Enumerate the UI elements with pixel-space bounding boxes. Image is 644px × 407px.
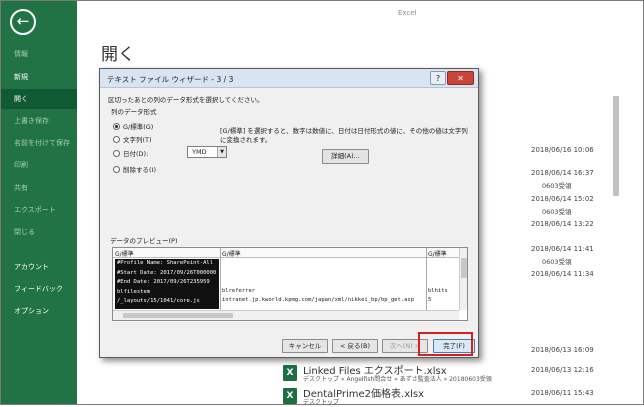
excel-file-icon: X: [283, 388, 297, 404]
preview-vertical-scrollbar[interactable]: [459, 248, 467, 310]
preview-cell: intranet.jp.kworld.kpmg.com/japan/xml/ni…: [222, 297, 415, 303]
dialog-title: テキスト ファイル ウィザード - 3 / 3: [107, 75, 234, 84]
recent-file-row[interactable]: X Linked Files エクスポート.xlsx デスクトップ » Ange…: [283, 362, 603, 384]
file-date: 2018/06/14 11:34: [531, 270, 594, 278]
sidebar-item-close[interactable]: 閉じる: [1, 222, 77, 242]
folder-text: 0603受領: [542, 182, 572, 190]
sidebar-item-share[interactable]: 共有: [1, 178, 77, 198]
app-title: Excel: [398, 9, 417, 17]
file-date: 2018/06/13 12:16: [531, 366, 594, 374]
preview-label: データのプレビュー(P): [110, 237, 178, 245]
format-info-text: [G/標準] を選択すると、数字は数値に、日付は日付形式の値に、その他の値は文字…: [220, 127, 468, 144]
file-date: 2018/06/14 11:41: [531, 245, 594, 253]
preview-horizontal-scrollbar[interactable]: [113, 310, 459, 320]
file-date: 2018/06/14 16:37: [531, 169, 594, 177]
sidebar-item-save-as[interactable]: 名前を付けて保存: [1, 133, 77, 153]
back-arrow-icon[interactable]: ←: [10, 9, 36, 35]
close-icon[interactable]: ✕: [447, 71, 474, 85]
dialog-description: 区切ったあとの列のデータ形式を選択してください。: [108, 96, 264, 104]
folder-text: 0603受領: [542, 258, 572, 266]
file-list-scrollbar[interactable]: [612, 96, 620, 402]
sidebar-item-new[interactable]: 新規: [1, 67, 77, 87]
file-date: 2018/06/14 13:22: [531, 220, 594, 228]
sidebar-item-save[interactable]: 上書き保存: [1, 111, 77, 131]
file-date: 2018/06/16 10:06: [531, 146, 594, 154]
column-header[interactable]: G/標準: [115, 249, 134, 258]
preview-header: G/標準 G/標準 G/標準: [113, 248, 459, 258]
sidebar-item-account[interactable]: アカウント: [1, 257, 77, 277]
radio-unchecked-icon: [113, 150, 120, 157]
sidebar-item-feedback[interactable]: フィードバック: [1, 279, 77, 299]
chevron-down-icon: ▼: [217, 147, 226, 157]
date-format-select[interactable]: YMD ▼: [187, 146, 227, 158]
preview-cell: blreferrer: [222, 288, 256, 294]
radio-date[interactable]: 日付(D):: [113, 148, 148, 158]
column-header[interactable]: G/標準: [428, 249, 447, 258]
radio-unchecked-icon: [113, 166, 120, 173]
sidebar-item-open[interactable]: 開く: [1, 89, 77, 109]
sidebar-item-options[interactable]: オプション: [1, 301, 77, 321]
data-preview[interactable]: G/標準 G/標準 G/標準 #Profile Name: SharePoint…: [112, 247, 468, 321]
help-button[interactable]: ?: [430, 71, 446, 85]
radio-text[interactable]: 文字列(T): [113, 134, 152, 144]
radio-general[interactable]: G/標準(G): [113, 121, 153, 131]
file-date: 2018/06/14 15:02: [531, 195, 594, 203]
column-header[interactable]: G/標準: [222, 249, 241, 258]
backstage-sidebar: ← 情報 新規 開く 上書き保存 名前を付けて保存 印刷 共有 エクスポート 閉…: [1, 1, 77, 404]
column-format-label: 列のデータ形式: [111, 108, 157, 116]
preview-column-selected[interactable]: #Profile Name: SharePoint-All #Start Dat…: [115, 259, 219, 309]
recent-file-row[interactable]: X DentalPrime2価格表.xlsx デスクトップ 2018/06/11…: [283, 385, 603, 407]
sidebar-item-print[interactable]: 印刷: [1, 155, 77, 175]
back-button[interactable]: < 戻る(B): [332, 339, 378, 353]
finish-highlight-box: [418, 332, 473, 356]
file-date: 2018/06/11 15:43: [531, 389, 594, 397]
dialog-titlebar: テキスト ファイル ウィザード - 3 / 3 ? ✕: [100, 69, 478, 88]
preview-cell: 5: [428, 297, 432, 303]
page-title: 開く: [101, 45, 135, 65]
text-import-wizard-dialog: テキスト ファイル ウィザード - 3 / 3 ? ✕ 区切ったあとの列のデータ…: [99, 68, 479, 358]
sidebar-item-export[interactable]: エクスポート: [1, 200, 77, 220]
folder-text: 0603受領: [542, 208, 572, 216]
sidebar-item-info[interactable]: 情報: [1, 44, 77, 64]
radio-unchecked-icon: [113, 136, 120, 143]
file-path: デスクトップ » Angelfish問合せ » あずさ監査法人 » 201806…: [303, 376, 492, 383]
radio-skip[interactable]: 削除する(I): [113, 164, 156, 174]
radio-checked-icon: [113, 123, 120, 130]
preview-cell: blhits: [428, 288, 448, 294]
advanced-button[interactable]: 詳細(A)...: [322, 149, 369, 164]
file-date: 2018/06/13 16:09: [531, 346, 594, 354]
cancel-button[interactable]: キャンセル: [282, 339, 328, 353]
excel-file-icon: X: [283, 365, 297, 381]
